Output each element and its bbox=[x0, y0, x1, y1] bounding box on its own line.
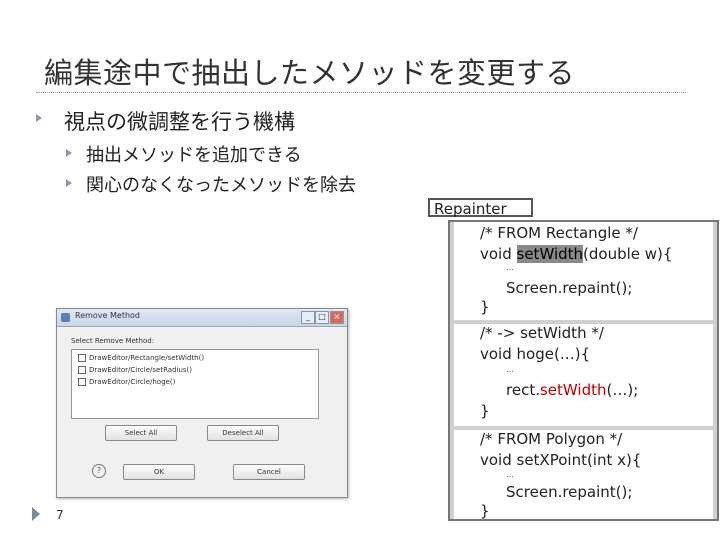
code-comment: /* FROM Polygon */ bbox=[480, 430, 623, 448]
maximize-button[interactable]: □ bbox=[315, 311, 329, 324]
code-block-rectangle: /* FROM Rectangle */ void setWidth(doubl… bbox=[454, 222, 713, 320]
code-body: Screen.repaint(); bbox=[506, 279, 633, 297]
slide-title: 編集途中で抽出したメソッドを変更する bbox=[44, 56, 576, 90]
code-comment: /* FROM Rectangle */ bbox=[480, 224, 638, 242]
checkbox[interactable] bbox=[78, 366, 86, 374]
code-close: } bbox=[480, 298, 490, 316]
sub-bullet-1: 抽出メソッドを追加できる bbox=[86, 145, 302, 166]
code-close: } bbox=[480, 502, 490, 520]
help-icon[interactable]: ? bbox=[92, 464, 106, 478]
list-item[interactable]: DrawEditor/Circle/hoge() bbox=[78, 378, 175, 386]
repainter-panel: Repainter /* FROM Rectangle */ void setW… bbox=[428, 198, 720, 528]
select-all-button[interactable]: Select All bbox=[105, 425, 177, 441]
repainter-box: /* FROM Rectangle */ void setWidth(doubl… bbox=[448, 220, 719, 521]
remove-method-dialog: Remove Method _ □ × Select Remove Method… bbox=[56, 308, 348, 498]
code-close: } bbox=[480, 402, 490, 420]
sub-bullet-2: 関心のなくなったメソッドを除去 bbox=[86, 175, 356, 196]
cancel-button[interactable]: Cancel bbox=[233, 464, 305, 480]
title-divider bbox=[36, 92, 686, 93]
dialog-title: Remove Method bbox=[75, 311, 141, 320]
code-comment: /* -> setWidth */ bbox=[480, 324, 604, 342]
checkbox[interactable] bbox=[78, 378, 86, 386]
ok-button[interactable]: OK bbox=[123, 464, 195, 480]
code-body: rect.setWidth(…); bbox=[506, 381, 639, 399]
dialog-titlebar: Remove Method _ □ × bbox=[57, 309, 347, 327]
window-icon bbox=[61, 313, 70, 322]
code-signature: void hoge(…){ bbox=[480, 345, 591, 363]
code-signature: void setWidth(double w){ bbox=[480, 245, 673, 263]
page-marker-icon bbox=[32, 507, 40, 521]
code-block-polygon: /* FROM Polygon */ void setXPoint(int x)… bbox=[454, 430, 713, 520]
deselect-all-button[interactable]: Deselect All bbox=[207, 425, 279, 441]
code-ellipsis: … bbox=[506, 263, 514, 272]
close-button[interactable]: × bbox=[330, 311, 344, 324]
method-list[interactable]: DrawEditor/Rectangle/setWidth() DrawEdit… bbox=[71, 349, 319, 419]
code-body: Screen.repaint(); bbox=[506, 483, 633, 501]
list-item[interactable]: DrawEditor/Rectangle/setWidth() bbox=[78, 354, 204, 362]
code-signature: void setXPoint(int x){ bbox=[480, 451, 642, 469]
checkbox[interactable] bbox=[78, 354, 86, 362]
list-item[interactable]: DrawEditor/Circle/setRadius() bbox=[78, 366, 192, 374]
bullet-arrow-icon bbox=[66, 149, 72, 157]
method-call-highlight: setWidth bbox=[539, 381, 607, 399]
minimize-button[interactable]: _ bbox=[301, 311, 315, 324]
dialog-label: Select Remove Method: bbox=[71, 337, 155, 345]
code-ellipsis: … bbox=[506, 365, 514, 374]
bullet-arrow-icon bbox=[66, 179, 72, 187]
bullet-arrow-icon bbox=[36, 114, 42, 122]
code-block-hoge: /* -> setWidth */ void hoge(…){ … rect.s… bbox=[454, 324, 713, 426]
code-ellipsis: … bbox=[506, 470, 514, 479]
bullet-main: 視点の微調整を行う機構 bbox=[64, 110, 295, 134]
page-number: 7 bbox=[56, 508, 64, 522]
repainter-tab[interactable]: Repainter bbox=[428, 198, 533, 218]
